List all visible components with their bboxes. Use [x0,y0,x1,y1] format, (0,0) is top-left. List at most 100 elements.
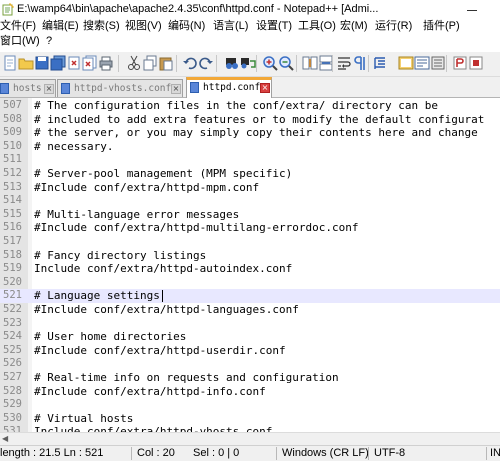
code-line[interactable]: 519 Include conf/extra/httpd-autoindex.co… [0,262,500,276]
tab-close-icon[interactable]: × [44,84,54,94]
code-line[interactable]: 521 # Language settings [0,289,500,303]
folder-workspace-icon[interactable] [430,55,446,71]
code-line[interactable]: 522 #Include conf/extra/httpd-languages.c… [0,303,500,317]
toolbar-separator [176,55,177,72]
code-line[interactable]: 527 # Real-time info on requests and conf… [0,371,500,385]
code-text: # User home directories [34,330,187,344]
tab-httpd-vhosts-conf[interactable]: httpd-vhosts.conf × [57,79,183,97]
menu-language[interactable]: 语言(L) [213,19,248,33]
menu-view[interactable]: 视图(V) [125,19,162,33]
code-line[interactable]: 529 [0,398,500,412]
menu-file[interactable]: 文件(F) [0,19,36,33]
line-number: 527 [3,371,22,383]
new-file-icon[interactable] [2,55,18,71]
status-sel: Sel : 0 | 0 [193,447,240,459]
code-line[interactable]: 507 # The configuration files in the conf… [0,99,500,113]
redo-icon[interactable] [198,55,214,71]
save-icon[interactable] [34,55,50,71]
menu-plugins[interactable]: 插件(P) [423,19,460,33]
minimize-button[interactable] [449,0,495,20]
code-line[interactable]: 514 [0,194,500,208]
file-icon [61,83,70,94]
tab-close-icon[interactable]: × [171,84,181,94]
code-line[interactable]: 511 [0,153,500,167]
window-title: E:\wamp64\bin\apache\apache2.4.35\conf\h… [17,3,379,15]
code-line[interactable]: 526 [0,357,500,371]
status-divider [131,447,132,460]
status-divider [276,447,277,460]
code-line[interactable]: 523 [0,317,500,331]
code-text: # Multi-language error messages [34,207,240,221]
paste-icon[interactable] [158,55,174,71]
find-icon[interactable] [224,55,240,71]
word-wrap-icon[interactable] [336,55,352,71]
menu-help[interactable]: ? [46,34,52,48]
code-line[interactable]: 530 # Virtual hosts [0,412,500,426]
stop-record-icon[interactable] [468,55,484,71]
menu-settings[interactable]: 设置(T) [256,19,292,33]
code-line[interactable]: 516 #Include conf/extra/httpd-multilang-e… [0,221,500,235]
code-line[interactable]: 517 [0,235,500,249]
code-line[interactable]: 509 # the server, or you may simply copy … [0,126,500,140]
line-number: 525 [3,343,22,356]
status-bar: length : 21.5 Ln : 521 Col : 20 Sel : 0 … [0,445,500,461]
line-number: 531 [3,425,22,432]
replace-icon[interactable] [240,55,256,71]
open-file-icon[interactable] [18,55,34,71]
code-text: # Virtual hosts [34,411,134,425]
code-line[interactable]: 510 # necessary. [0,140,500,154]
file-icon [0,83,9,94]
code-line[interactable]: 528 #Include conf/extra/httpd-info.conf [0,385,500,399]
sync-vertical-icon[interactable] [302,55,318,71]
copy-icon[interactable] [142,55,158,71]
cut-icon[interactable] [126,55,142,71]
record-macro-icon[interactable] [452,55,468,71]
line-number: 519 [3,262,22,275]
title-bar: E:\wamp64\bin\apache\apache2.4.35\conf\h… [0,0,500,21]
undo-icon[interactable] [182,55,198,71]
menu-tools[interactable]: 工具(O) [298,19,336,33]
editor[interactable]: 507 # The configuration files in the conf… [0,98,500,432]
code-line[interactable]: 515 # Multi-language error messages [0,208,500,222]
code-line[interactable]: 513 #Include conf/extra/httpd-mpm.conf [0,181,500,195]
show-all-chars-icon[interactable] [352,55,368,71]
file-icon [190,82,199,93]
tab-httpd-conf[interactable]: httpd.conf × [186,77,272,98]
close-file-icon[interactable] [66,55,82,71]
code-line[interactable]: 524 # User home directories [0,330,500,344]
doc-map-icon[interactable] [398,55,414,71]
tab-close-icon[interactable]: × [260,83,270,93]
menu-window[interactable]: 窗口(W) [0,34,40,48]
status-col: Col : 20 [137,447,175,459]
code-line[interactable]: 525 #Include conf/extra/httpd-userdir.con… [0,344,500,358]
code-line[interactable]: 520 [0,276,500,290]
close-all-icon[interactable] [82,55,98,71]
text-caret [162,290,163,303]
function-list-icon[interactable] [414,55,430,71]
code-line[interactable]: 512 # Server-pool management (MPM specifi… [0,167,500,181]
menu-search[interactable]: 搜索(S) [83,19,120,33]
toolbar-separator [256,55,257,72]
menu-macro[interactable]: 宏(M) [340,19,368,33]
line-number: 521 [3,289,22,302]
line-number: 530 [3,411,22,424]
indent-guide-icon[interactable] [372,55,388,71]
menu-edit[interactable]: 编辑(E) [42,19,79,33]
horizontal-scrollbar[interactable]: ◀ [0,432,500,445]
code-text: Include conf/extra/httpd-autoindex.conf [34,262,293,276]
code-line[interactable]: 508 # included to add extra features or t… [0,113,500,127]
line-number: 528 [3,384,22,397]
menu-run[interactable]: 运行(R) [375,19,412,33]
tab-hosts[interactable]: hosts × [0,79,56,97]
toolbar-separator [332,55,333,72]
code-text: # Language settings [34,289,160,303]
status-divider [486,447,487,460]
code-line[interactable]: 531 Include conf/extra/httpd-vhosts.conf [0,425,500,432]
zoom-in-icon[interactable] [262,55,278,71]
menu-encoding[interactable]: 编码(N) [168,19,205,33]
zoom-out-icon[interactable] [278,55,294,71]
print-icon[interactable] [98,55,114,71]
code-line[interactable]: 518 # Fancy directory listings [0,249,500,263]
save-all-icon[interactable] [50,55,66,71]
scroll-left-arrow-icon[interactable]: ◀ [2,435,8,443]
